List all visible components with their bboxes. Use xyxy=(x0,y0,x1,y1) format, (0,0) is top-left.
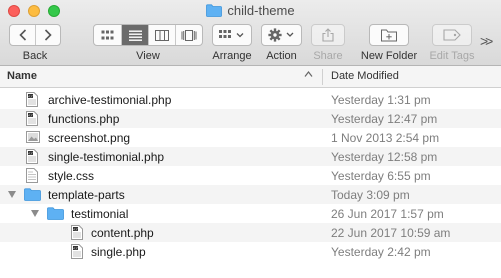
date-modified: Yesterday 2:42 pm xyxy=(331,245,431,259)
folder-name: testimonial xyxy=(71,207,129,221)
chevron-right-icon xyxy=(45,29,52,41)
date-modified: Yesterday 12:58 pm xyxy=(331,150,438,164)
file-name: content.php xyxy=(91,226,154,240)
share-label: Share xyxy=(313,50,343,62)
toolbar-overflow-button[interactable]: >> xyxy=(480,33,493,49)
date-modified: Yesterday 6:55 pm xyxy=(331,169,431,183)
column-header: Name Date Modified xyxy=(0,66,501,88)
window-title-text: child-theme xyxy=(227,3,295,18)
folder-icon xyxy=(47,207,64,223)
action-button[interactable] xyxy=(261,24,302,46)
php-file-icon: </> xyxy=(71,244,83,262)
new-folder-icon xyxy=(381,29,397,41)
column-divider[interactable] xyxy=(322,69,323,85)
list-item[interactable]: </> functions.php Yesterday 12:47 pm xyxy=(0,109,501,128)
back-forward-control xyxy=(9,24,61,46)
name-column-header[interactable]: Name xyxy=(7,70,37,82)
arrange-label: Arrange xyxy=(212,50,252,62)
php-file-icon: </> xyxy=(26,149,38,167)
arrange-button[interactable] xyxy=(212,24,252,46)
folder-name: template-parts xyxy=(48,188,125,202)
share-button[interactable] xyxy=(311,24,345,46)
file-name: single.php xyxy=(91,245,146,259)
list-item[interactable]: </> content.php 22 Jun 2017 10:59 am xyxy=(0,223,501,242)
php-file-icon: </> xyxy=(71,225,83,243)
date-modified: 1 Nov 2013 2:54 pm xyxy=(331,131,440,145)
list-item[interactable]: screenshot.png 1 Nov 2013 2:54 pm xyxy=(0,128,501,147)
cover-flow-icon xyxy=(181,29,197,41)
list-item[interactable]: style.css Yesterday 6:55 pm xyxy=(0,166,501,185)
list-item[interactable]: </> archive-testimonial.php Yesterday 1:… xyxy=(0,90,501,109)
arrange-grid-icon xyxy=(219,30,244,38)
date-modified-column-header[interactable]: Date Modified xyxy=(331,70,399,82)
toolbar: child-theme Back View Arrange Action Sha… xyxy=(0,0,501,66)
cover-flow-view-button[interactable] xyxy=(175,25,202,45)
disclosure-triangle-icon[interactable] xyxy=(8,191,16,198)
php-file-icon: </> xyxy=(26,92,38,110)
svg-text:</>: </> xyxy=(73,246,79,251)
svg-text:</>: </> xyxy=(73,227,79,232)
columns-view-icon xyxy=(155,29,169,41)
back-button[interactable] xyxy=(10,25,35,45)
list-item[interactable]: </> single-testimonial.php Yesterday 12:… xyxy=(0,147,501,166)
window-title: child-theme xyxy=(0,3,501,20)
svg-text:</>: </> xyxy=(28,113,34,118)
file-name: archive-testimonial.php xyxy=(48,93,172,107)
list-item[interactable]: testimonial 26 Jun 2017 1:57 pm xyxy=(0,204,501,223)
gear-icon xyxy=(267,28,293,42)
edit-tags-label: Edit Tags xyxy=(429,50,475,62)
new-folder-label: New Folder xyxy=(360,50,418,62)
share-icon xyxy=(322,28,334,42)
date-modified: Yesterday 12:47 pm xyxy=(331,112,438,126)
svg-text:</>: </> xyxy=(28,94,34,99)
file-name: screenshot.png xyxy=(48,131,131,145)
date-modified: 22 Jun 2017 10:59 am xyxy=(331,226,451,240)
icon-view-button[interactable] xyxy=(94,25,121,45)
tag-icon xyxy=(443,29,461,41)
forward-button[interactable] xyxy=(35,25,60,45)
list-view-icon xyxy=(128,30,142,41)
sort-ascending-icon xyxy=(304,71,313,77)
back-label: Back xyxy=(22,50,48,62)
date-modified: Today 3:09 pm xyxy=(331,188,410,202)
column-view-button[interactable] xyxy=(148,25,175,45)
file-list: </> archive-testimonial.php Yesterday 1:… xyxy=(0,90,501,261)
new-folder-button[interactable] xyxy=(369,24,409,46)
file-name: style.css xyxy=(48,169,95,183)
date-modified: 26 Jun 2017 1:57 pm xyxy=(331,207,444,221)
view-control xyxy=(93,24,203,46)
list-view-button[interactable] xyxy=(121,25,148,45)
svg-text:</>: </> xyxy=(28,151,34,156)
folder-icon xyxy=(24,188,41,204)
action-label: Action xyxy=(266,50,297,62)
date-modified: Yesterday 1:31 pm xyxy=(331,93,431,107)
php-file-icon: </> xyxy=(26,111,38,129)
list-item[interactable]: template-parts Today 3:09 pm xyxy=(0,185,501,204)
list-item[interactable]: </> single.php Yesterday 2:42 pm xyxy=(0,242,501,261)
edit-tags-button[interactable] xyxy=(432,24,472,46)
grid-view-icon xyxy=(101,30,114,39)
image-file-icon xyxy=(26,130,40,148)
chevron-left-icon xyxy=(19,29,26,41)
file-name: single-testimonial.php xyxy=(48,150,165,164)
view-label: View xyxy=(136,50,160,62)
folder-icon xyxy=(206,4,223,20)
file-name: functions.php xyxy=(48,112,120,126)
disclosure-triangle-icon[interactable] xyxy=(31,210,39,217)
css-file-icon xyxy=(26,168,38,186)
